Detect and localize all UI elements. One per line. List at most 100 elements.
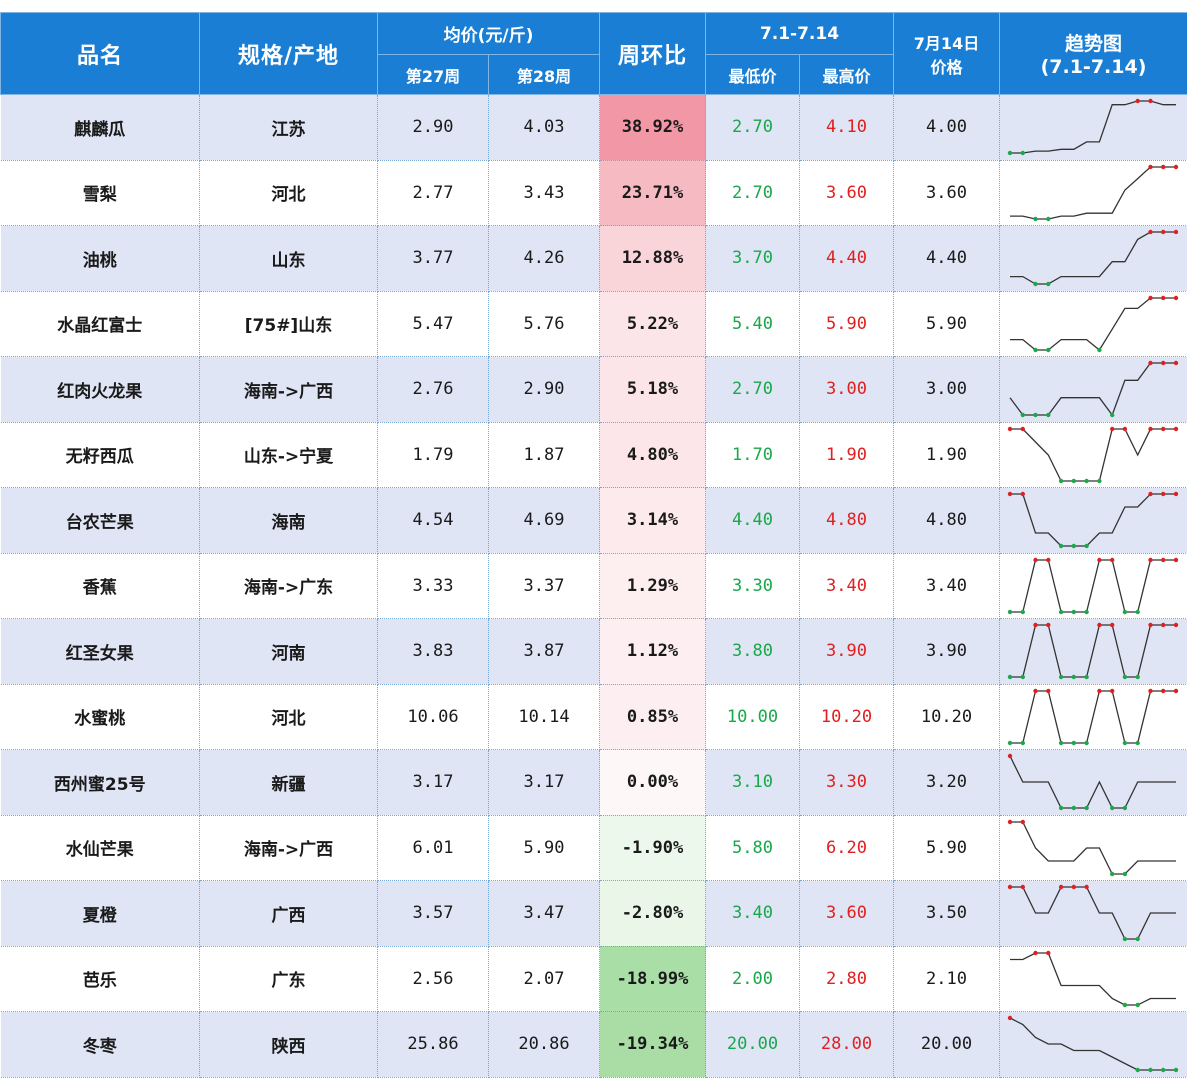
- cell-name: 红圣女果: [0, 618, 200, 685]
- cell-origin: 河北: [199, 684, 378, 750]
- cell-week28: 4.69: [488, 487, 600, 554]
- trend-sparkline: [1010, 164, 1179, 221]
- trend-min-point: [1135, 1002, 1140, 1007]
- trend-min-point: [1046, 282, 1051, 287]
- cell-max-price: 3.00: [799, 356, 894, 423]
- cell-week-over-week: 12.88%: [599, 225, 706, 292]
- trend-min-point: [1058, 806, 1064, 811]
- cell-origin: 陕西: [199, 1011, 378, 1078]
- cell-max-price: 28.00: [799, 1011, 894, 1078]
- trend-line: [1010, 821, 1176, 875]
- cell-week27: 10.06: [377, 684, 489, 750]
- cell-trend-sparkline: [999, 553, 1187, 619]
- cell-max-price: 3.90: [799, 618, 894, 685]
- cell-max-price: 5.90: [799, 291, 894, 357]
- trend-sparkline: [1009, 361, 1179, 418]
- trend-max-point: [1097, 557, 1102, 562]
- header-avg-price: 均价(元/斤): [377, 12, 600, 55]
- trend-max-point: [1161, 361, 1166, 366]
- cell-max-price: 6.20: [799, 815, 894, 881]
- cell-week28: 3.37: [488, 553, 600, 619]
- table-row: 水仙芒果 海南->广西 6.01 5.90 -1.90% 5.80 6.20 5.90: [0, 815, 1187, 881]
- table-row: 水蜜桃 河北 10.06 10.14 0.85% 10.00 10.20 10.20: [0, 684, 1187, 750]
- cell-name: 无籽西瓜: [0, 422, 200, 488]
- cell-week27: 3.83: [377, 618, 489, 685]
- trend-min-point: [1046, 347, 1051, 352]
- trend-max-point: [1046, 557, 1051, 562]
- trend-min-point: [1033, 216, 1038, 221]
- header-max-price: 最高价: [799, 54, 894, 95]
- cell-week27: 25.86: [377, 1011, 489, 1078]
- cell-origin: 山东->宁夏: [199, 422, 378, 488]
- cell-origin: 广东: [199, 946, 378, 1012]
- cell-week28: 4.03: [488, 94, 600, 161]
- cell-today-price: 4.40: [893, 225, 1000, 292]
- trend-max-point: [1007, 426, 1013, 431]
- trend-min-point: [1020, 609, 1025, 614]
- cell-week-over-week: 0.00%: [599, 749, 706, 816]
- trend-line: [1010, 886, 1176, 940]
- trend-line: [1010, 952, 1176, 1006]
- trend-max-point: [1173, 230, 1179, 235]
- trend-max-point: [1148, 623, 1153, 628]
- fruit-price-table: 品名 规格/产地 均价(元/斤) 周环比 7.1-7.14 7月14日 价格 趋…: [0, 12, 1187, 1078]
- cell-week-over-week: 23.71%: [599, 160, 706, 226]
- trend-max-point: [1007, 754, 1013, 759]
- trend-min-point: [1046, 413, 1051, 418]
- cell-trend-sparkline: [999, 749, 1187, 816]
- trend-min-point: [1084, 544, 1089, 549]
- trend-min-point: [1071, 806, 1076, 811]
- trend-sparkline: [1007, 754, 1176, 811]
- cell-origin: 海南->广西: [199, 815, 378, 881]
- cell-origin: 山东: [199, 225, 378, 292]
- header-today-line2: 价格: [930, 57, 963, 77]
- trend-max-point: [1173, 492, 1179, 497]
- cell-max-price: 3.30: [799, 749, 894, 816]
- cell-week27: 2.76: [377, 356, 489, 423]
- cell-week27: 3.33: [377, 553, 489, 619]
- cell-max-price: 4.80: [799, 487, 894, 554]
- table-row: 红圣女果 河南 3.83 3.87 1.12% 3.80 3.90 3.90: [0, 618, 1187, 685]
- cell-name: 油桃: [0, 225, 200, 292]
- trend-max-point: [1046, 950, 1051, 955]
- cell-trend-sparkline: [999, 356, 1187, 423]
- trend-line: [1009, 1017, 1176, 1071]
- cell-trend-sparkline: [999, 1011, 1187, 1078]
- trend-max-point: [1135, 99, 1140, 104]
- cell-name: 西州蜜25号: [0, 749, 200, 816]
- header-week-over-week: 周环比: [599, 12, 706, 95]
- trend-max-point: [1173, 688, 1179, 693]
- trend-max-point: [1007, 885, 1013, 890]
- trend-max-point: [1033, 950, 1038, 955]
- cell-week28: 3.47: [488, 880, 600, 947]
- cell-name: 红肉火龙果: [0, 356, 200, 423]
- trend-max-point: [1148, 164, 1153, 169]
- cell-trend-sparkline: [999, 94, 1187, 161]
- cell-week-over-week: 0.85%: [599, 684, 706, 750]
- trend-sparkline: [1007, 819, 1176, 876]
- trend-line: [1010, 690, 1176, 744]
- cell-week-over-week: 1.12%: [599, 618, 706, 685]
- cell-week27: 3.57: [377, 880, 489, 947]
- header-week27: 第27周: [377, 54, 489, 95]
- cell-week28: 1.87: [488, 422, 600, 488]
- cell-trend-sparkline: [999, 487, 1187, 554]
- trend-max-point: [1161, 164, 1166, 169]
- cell-name: 水仙芒果: [0, 815, 200, 881]
- table-row: 西州蜜25号 新疆 3.17 3.17 0.00% 3.10 3.30 3.20: [0, 749, 1187, 816]
- cell-name: 香蕉: [0, 553, 200, 619]
- cell-min-price: 3.30: [705, 553, 800, 619]
- cell-min-price: 2.70: [705, 356, 800, 423]
- cell-week28: 4.26: [488, 225, 600, 292]
- trend-max-point: [1020, 492, 1025, 497]
- cell-week28: 3.87: [488, 618, 600, 685]
- trend-max-point: [1148, 492, 1153, 497]
- trend-min-point: [1084, 478, 1089, 483]
- cell-min-price: 3.80: [705, 618, 800, 685]
- trend-max-point: [1020, 426, 1025, 431]
- trend-sparkline: [1007, 1016, 1179, 1073]
- cell-min-price: 5.40: [705, 291, 800, 357]
- trend-min-point: [1007, 740, 1013, 745]
- cell-origin: 海南: [199, 487, 378, 554]
- cell-origin: [75#]山东: [199, 291, 378, 357]
